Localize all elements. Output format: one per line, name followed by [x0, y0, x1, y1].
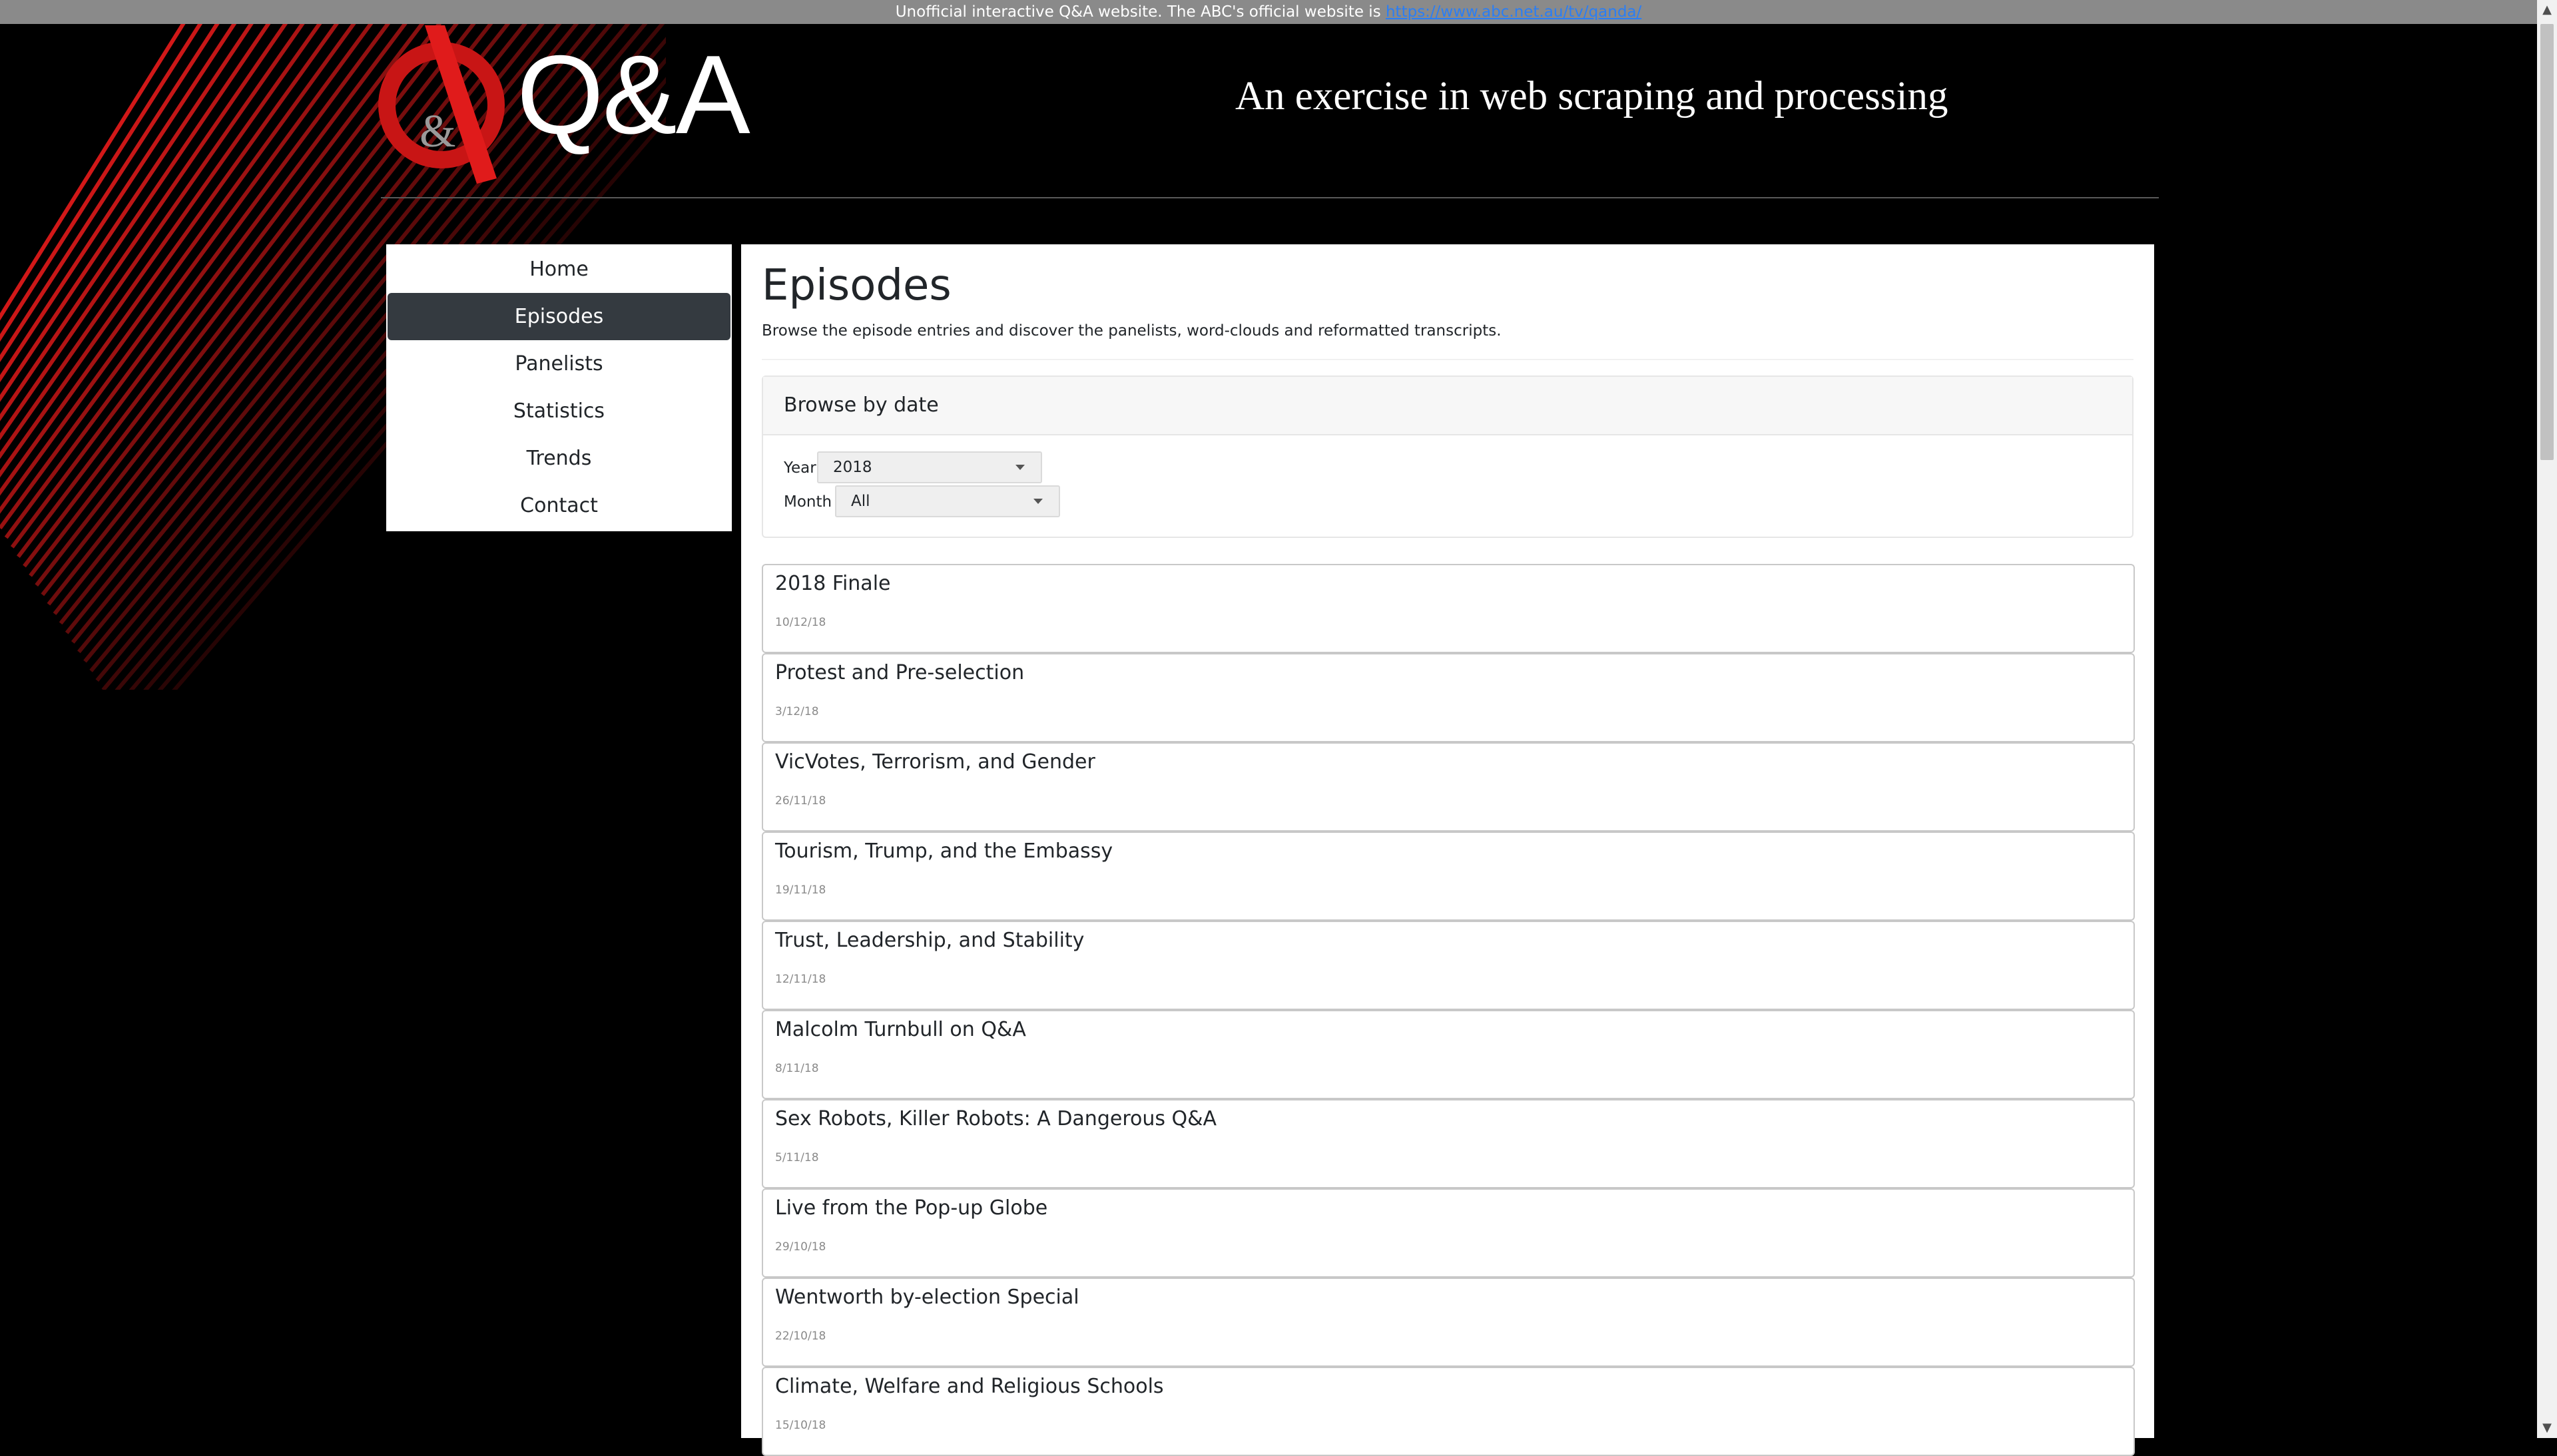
page-title: Episodes — [762, 261, 952, 310]
episode-date: 22/10/18 — [775, 1330, 826, 1343]
title-divider — [762, 359, 2133, 360]
nav-item-panelists[interactable]: Panelists — [388, 340, 730, 387]
nav-item-statistics[interactable]: Statistics — [388, 387, 730, 435]
episode-title[interactable]: Malcolm Turnbull on Q&A — [775, 1018, 1026, 1041]
episode-card[interactable]: Malcolm Turnbull on Q&A 8/11/18 — [762, 1010, 2135, 1099]
notice-bar: Unofficial interactive Q&A website. The … — [0, 0, 2537, 24]
episode-title[interactable]: Live from the Pop-up Globe — [775, 1196, 1047, 1220]
episode-card[interactable]: Wentworth by-election Special 22/10/18 — [762, 1278, 2135, 1367]
year-select-value: 2018 — [833, 459, 872, 476]
episode-title[interactable]: VicVotes, Terrorism, and Gender — [775, 750, 1095, 774]
episode-card[interactable]: VicVotes, Terrorism, and Gender 26/11/18 — [762, 742, 2135, 832]
episode-card[interactable]: Live from the Pop-up Globe 29/10/18 — [762, 1188, 2135, 1278]
scroll-down-icon[interactable]: ▼ — [2537, 1418, 2557, 1438]
episode-list: 2018 Finale 10/12/18 Protest and Pre-sel… — [762, 564, 2135, 1456]
episode-title[interactable]: Wentworth by-election Special — [775, 1286, 1079, 1309]
official-site-link[interactable]: https://www.abc.net.au/tv/qanda/ — [1386, 3, 1641, 21]
chevron-down-icon — [1015, 465, 1025, 470]
notice-text: Unofficial interactive Q&A website. The … — [895, 3, 1386, 21]
episode-date: 3/12/18 — [775, 705, 819, 718]
episode-date: 15/10/18 — [775, 1419, 826, 1432]
episode-date: 29/10/18 — [775, 1240, 826, 1254]
browse-by-date-heading: Browse by date — [763, 377, 2132, 435]
episode-date: 10/12/18 — [775, 616, 826, 629]
logo-ampersand: & — [420, 106, 455, 157]
scroll-up-icon[interactable]: ▲ — [2537, 0, 2557, 20]
episode-title[interactable]: Trust, Leadership, and Stability — [775, 929, 1084, 952]
scrollbar-thumb[interactable] — [2540, 24, 2554, 460]
episode-card[interactable]: 2018 Finale 10/12/18 — [762, 564, 2135, 653]
episode-title[interactable]: 2018 Finale — [775, 572, 890, 595]
page-scrollbar[interactable]: ▲ ▼ — [2537, 0, 2557, 1438]
header-divider — [381, 197, 2159, 198]
month-label: Month — [784, 493, 832, 511]
nav-item-contact[interactable]: Contact — [388, 482, 730, 529]
episode-date: 19/11/18 — [775, 883, 826, 897]
browse-by-date-card: Browse by date Year 2018 Month All — [762, 375, 2133, 538]
site-tagline: An exercise in web scraping and processi… — [1235, 74, 1948, 119]
qanda-logo-icon[interactable]: & — [378, 25, 505, 184]
episode-card[interactable]: Climate, Welfare and Religious Schools 1… — [762, 1367, 2135, 1456]
episode-date: 5/11/18 — [775, 1151, 819, 1164]
nav-item-trends[interactable]: Trends — [388, 435, 730, 482]
year-label: Year — [784, 459, 816, 477]
episode-date: 26/11/18 — [775, 794, 826, 808]
episode-card[interactable]: Sex Robots, Killer Robots: A Dangerous Q… — [762, 1099, 2135, 1188]
episode-title[interactable]: Tourism, Trump, and the Embassy — [775, 840, 1113, 863]
chevron-down-icon — [1033, 499, 1043, 504]
page-description: Browse the episode entries and discover … — [762, 322, 1502, 340]
episode-date: 8/11/18 — [775, 1062, 819, 1075]
nav-item-home[interactable]: Home — [388, 246, 730, 293]
episode-title[interactable]: Sex Robots, Killer Robots: A Dangerous Q… — [775, 1107, 1217, 1130]
episode-title[interactable]: Protest and Pre-selection — [775, 661, 1024, 684]
month-select-value: All — [851, 493, 870, 510]
month-select[interactable]: All — [835, 485, 1060, 517]
sidebar-nav: Home Episodes Panelists Statistics Trend… — [386, 244, 732, 531]
episode-title[interactable]: Climate, Welfare and Religious Schools — [775, 1375, 1164, 1398]
nav-item-episodes[interactable]: Episodes — [388, 293, 730, 340]
episode-date: 12/11/18 — [775, 973, 826, 986]
episode-card[interactable]: Protest and Pre-selection 3/12/18 — [762, 653, 2135, 742]
year-select[interactable]: 2018 — [817, 451, 1042, 483]
logo-text[interactable]: Q&A — [517, 39, 750, 150]
episode-card[interactable]: Tourism, Trump, and the Embassy 19/11/18 — [762, 832, 2135, 921]
episode-card[interactable]: Trust, Leadership, and Stability 12/11/1… — [762, 921, 2135, 1010]
main-content: Episodes Browse the episode entries and … — [741, 244, 2154, 1456]
